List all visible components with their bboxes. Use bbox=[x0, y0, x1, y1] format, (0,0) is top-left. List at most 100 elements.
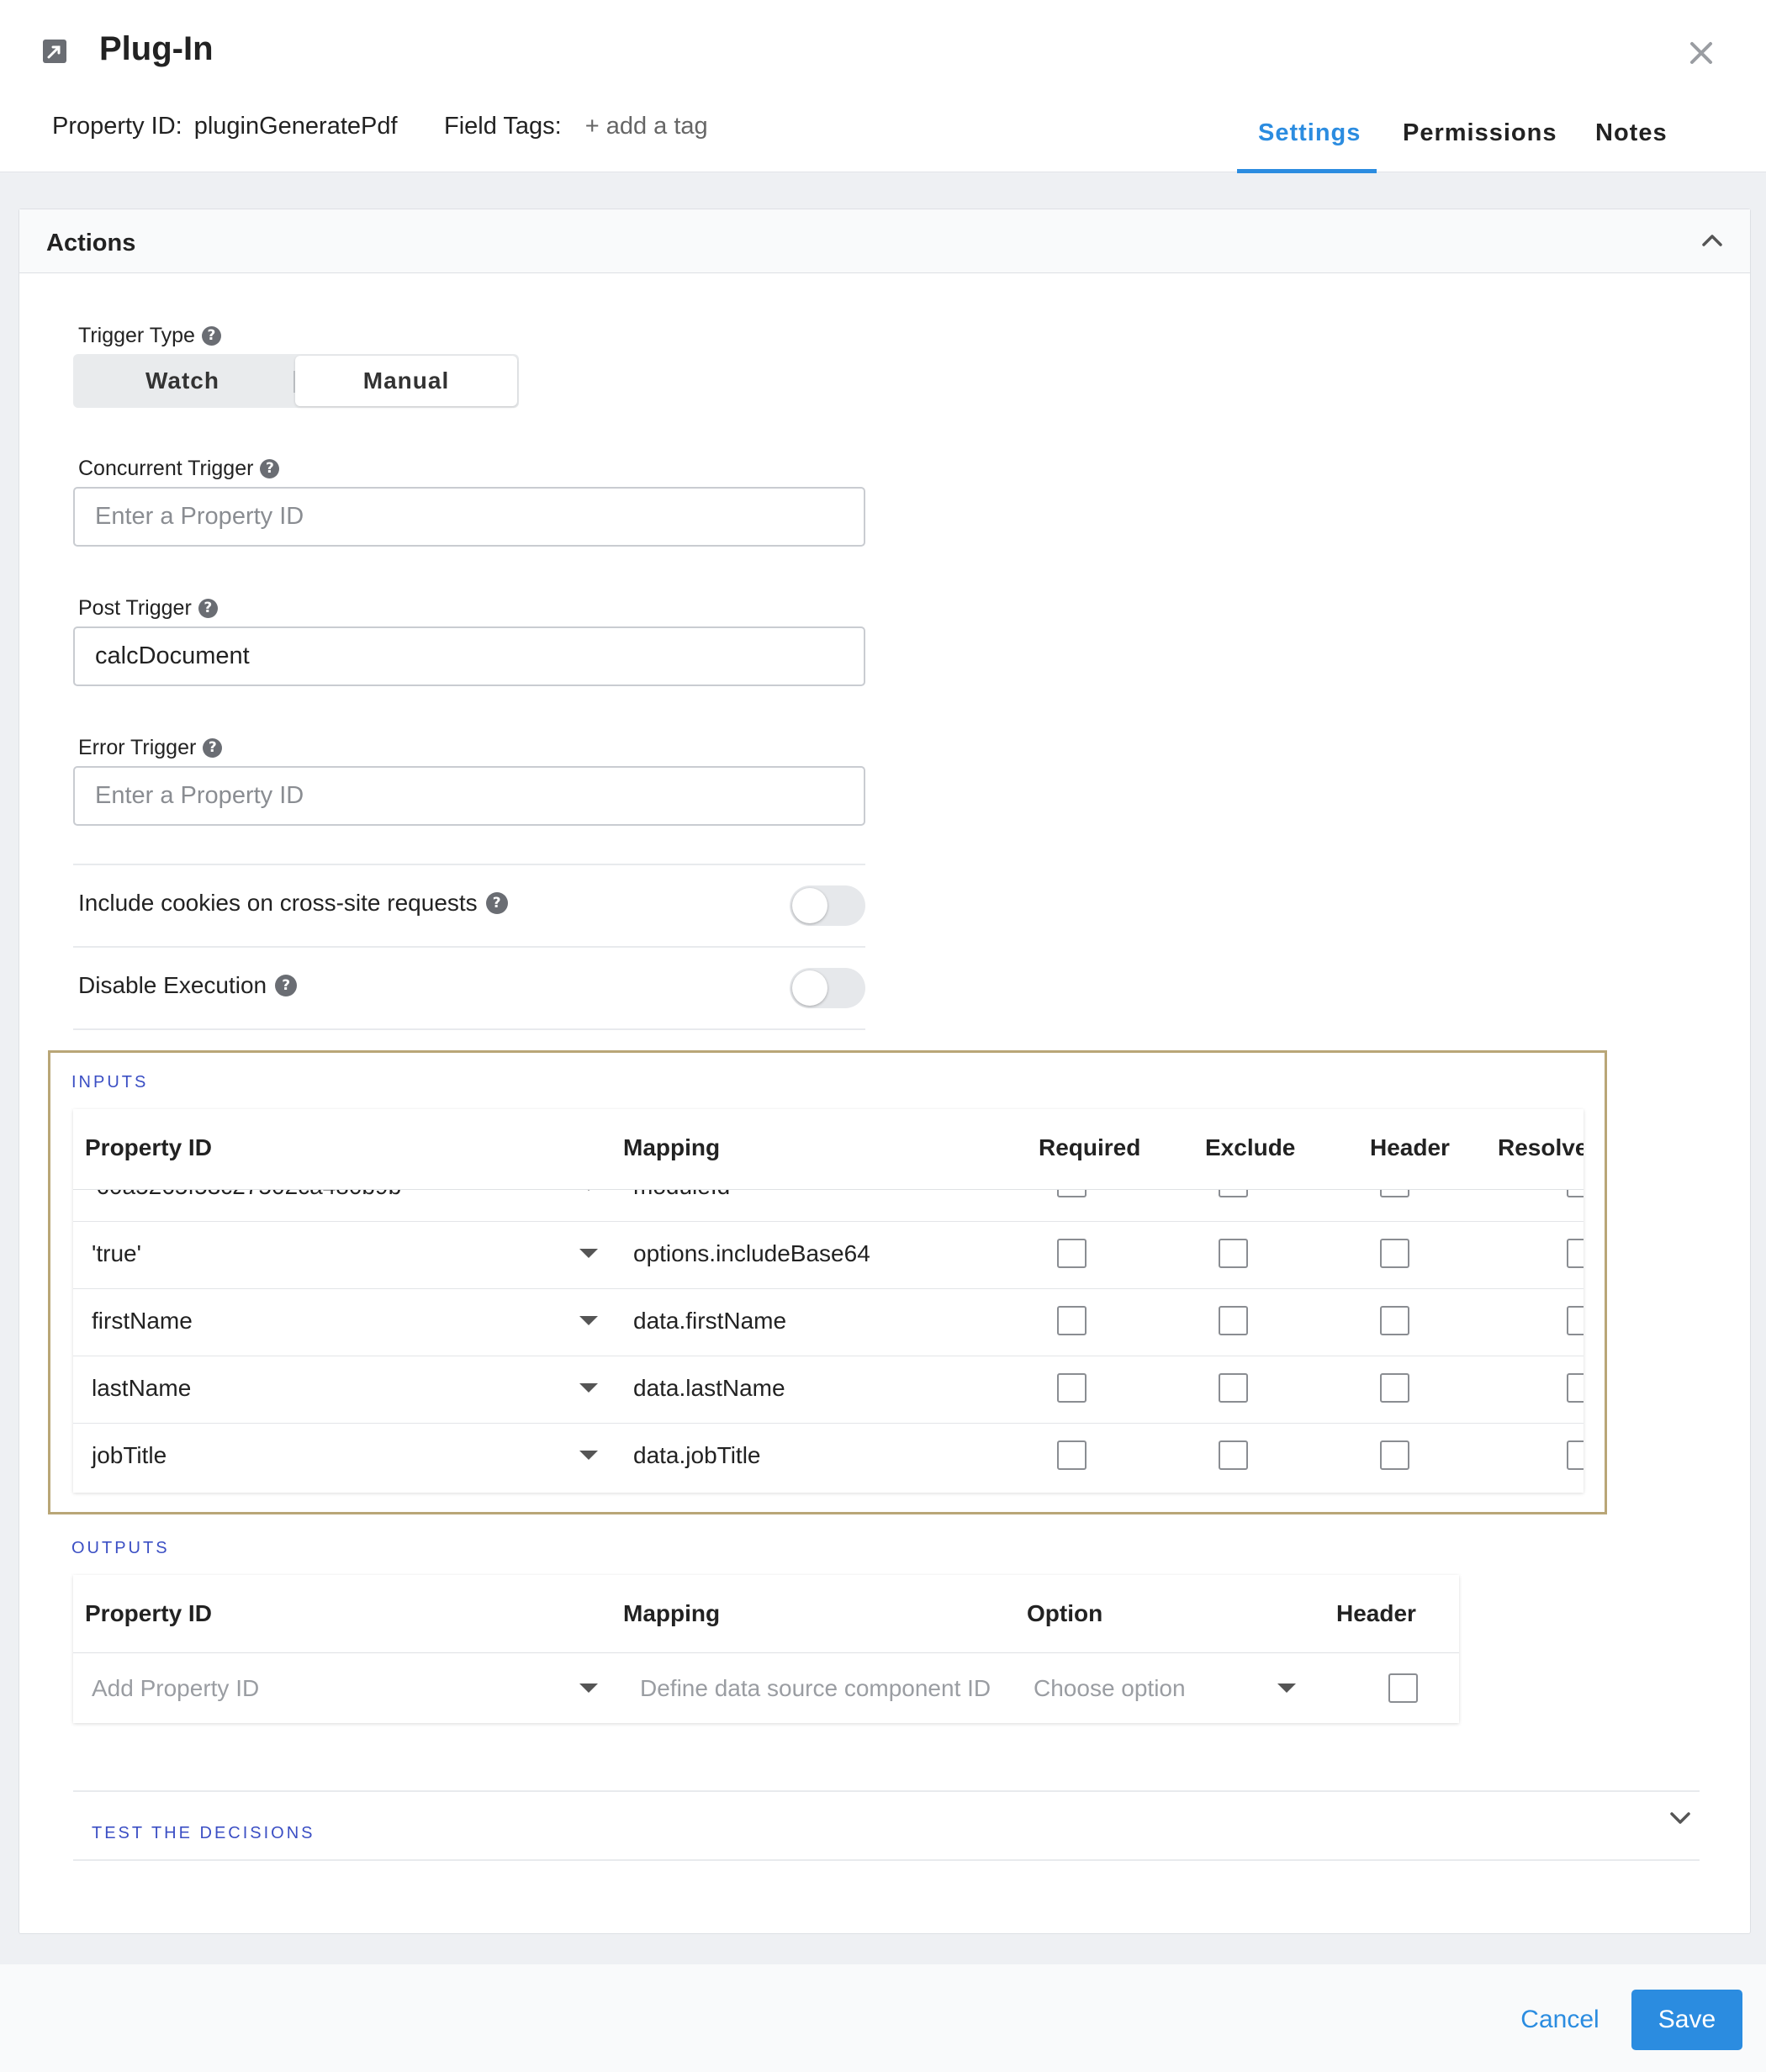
resolve-checkbox[interactable] bbox=[1567, 1373, 1584, 1403]
toggle-separator bbox=[293, 371, 295, 393]
resolve-checkbox[interactable] bbox=[1567, 1440, 1584, 1470]
include-cookies-text: Include cookies on cross-site requests bbox=[78, 890, 478, 916]
exclude-checkbox[interactable] bbox=[1219, 1306, 1248, 1335]
header-checkbox[interactable] bbox=[1380, 1239, 1409, 1268]
inputs-table-header-bg bbox=[73, 1109, 1584, 1189]
outputs-section-title: OUTPUTS bbox=[71, 1539, 170, 1557]
resolve-checkbox[interactable] bbox=[1567, 1306, 1584, 1335]
header-checkbox[interactable] bbox=[1380, 1306, 1409, 1335]
disable-execution-label: Disable Execution ? bbox=[78, 972, 298, 999]
exclude-checkbox[interactable] bbox=[1219, 1239, 1248, 1268]
mapping-input[interactable]: Define data source component ID bbox=[640, 1675, 991, 1702]
input-mapping[interactable]: data.lastName bbox=[633, 1375, 785, 1402]
save-button[interactable]: Save bbox=[1631, 1990, 1742, 2050]
header-checkbox[interactable] bbox=[1388, 1673, 1418, 1703]
required-checkbox[interactable] bbox=[1057, 1306, 1087, 1335]
post-trigger-label: Post Trigger ? bbox=[78, 596, 218, 621]
dropdown-caret-icon[interactable] bbox=[1277, 1684, 1296, 1693]
column-header-resolve: Resolve bbox=[1498, 1134, 1584, 1160]
column-header-header: Header bbox=[1336, 1600, 1416, 1626]
include-cookies-toggle[interactable] bbox=[790, 885, 865, 926]
add-property-id-input[interactable]: Add Property ID bbox=[92, 1675, 259, 1702]
input-mapping[interactable]: data.firstName bbox=[633, 1308, 786, 1335]
input-mapping[interactable]: options.includeBase64 bbox=[633, 1240, 870, 1267]
concurrent-trigger-label: Concurrent Trigger ? bbox=[78, 457, 280, 481]
tab-notes[interactable]: Notes bbox=[1595, 119, 1668, 147]
option-select[interactable]: Choose option bbox=[1034, 1675, 1186, 1702]
tab-settings[interactable]: Settings bbox=[1258, 119, 1361, 147]
table-row: firstName data.firstName bbox=[73, 1289, 1584, 1356]
actions-panel: Actions Trigger Type ? Watch Manual Conc… bbox=[19, 209, 1751, 1934]
inputs-section-title: INPUTS bbox=[71, 1073, 149, 1092]
table-row: lastName data.lastName bbox=[73, 1356, 1584, 1424]
toggle-knob bbox=[792, 888, 827, 923]
tab-permissions[interactable]: Permissions bbox=[1403, 119, 1557, 147]
error-trigger-input[interactable] bbox=[73, 766, 865, 826]
divider bbox=[73, 1790, 1700, 1792]
trigger-type-toggle: Watch Manual bbox=[73, 354, 519, 408]
input-property-id[interactable]: firstName bbox=[92, 1308, 193, 1335]
test-decisions-title[interactable]: TEST THE DECISIONS bbox=[92, 1824, 315, 1843]
help-icon[interactable]: ? bbox=[198, 599, 218, 618]
column-header-mapping: Mapping bbox=[623, 1600, 721, 1626]
trigger-type-text: Trigger Type bbox=[78, 324, 195, 347]
post-trigger-input[interactable] bbox=[73, 626, 865, 686]
trigger-watch-option[interactable]: Watch bbox=[73, 354, 292, 408]
add-tag-link[interactable]: + add a tag bbox=[585, 113, 708, 140]
divider bbox=[73, 946, 865, 948]
required-checkbox[interactable] bbox=[1057, 1373, 1087, 1403]
chevron-up-icon[interactable] bbox=[1698, 226, 1726, 255]
table-row: jobTitle data.jobTitle bbox=[73, 1424, 1584, 1491]
dropdown-caret-icon[interactable] bbox=[579, 1383, 598, 1393]
divider bbox=[73, 1859, 1700, 1861]
divider bbox=[73, 1028, 865, 1030]
field-tags: Field Tags: + add a tag bbox=[444, 113, 708, 140]
property-id-value: pluginGeneratePdf bbox=[193, 113, 398, 140]
exclude-checkbox[interactable] bbox=[1219, 1373, 1248, 1403]
trigger-manual-option[interactable]: Manual bbox=[295, 356, 517, 406]
header-checkbox[interactable] bbox=[1380, 1373, 1409, 1403]
help-icon[interactable]: ? bbox=[485, 892, 508, 914]
actions-panel-title: Actions bbox=[46, 230, 136, 256]
column-header-option: Option bbox=[1027, 1600, 1103, 1626]
input-property-id[interactable]: lastName bbox=[92, 1375, 191, 1402]
trigger-type-label: Trigger Type ? bbox=[78, 324, 221, 348]
exclude-checkbox[interactable] bbox=[1219, 1440, 1248, 1470]
concurrent-trigger-input[interactable] bbox=[73, 487, 865, 547]
column-header-property-id: Property ID bbox=[85, 1600, 212, 1626]
chevron-down-icon[interactable] bbox=[1666, 1804, 1695, 1832]
disable-execution-toggle[interactable] bbox=[790, 968, 865, 1008]
cancel-button[interactable]: Cancel bbox=[1505, 1990, 1615, 2050]
toggle-knob bbox=[792, 970, 827, 1006]
disable-execution-text: Disable Execution bbox=[78, 972, 267, 998]
table-row: Add Property ID Define data source compo… bbox=[73, 1653, 1459, 1720]
error-trigger-text: Error Trigger bbox=[78, 736, 197, 759]
required-checkbox[interactable] bbox=[1057, 1440, 1087, 1470]
header-checkbox[interactable] bbox=[1380, 1440, 1409, 1470]
input-property-id[interactable]: jobTitle bbox=[92, 1442, 167, 1469]
outputs-table: Property ID Mapping Option Header Add Pr… bbox=[73, 1575, 1459, 1723]
include-cookies-label: Include cookies on cross-site requests ? bbox=[78, 890, 508, 917]
concurrent-trigger-text: Concurrent Trigger bbox=[78, 457, 254, 480]
actions-panel-header[interactable]: Actions bbox=[19, 209, 1750, 273]
dropdown-caret-icon[interactable] bbox=[579, 1316, 598, 1325]
post-trigger-text: Post Trigger bbox=[78, 596, 192, 620]
dropdown-caret-icon[interactable] bbox=[579, 1684, 598, 1693]
help-icon[interactable]: ? bbox=[275, 975, 298, 996]
input-mapping[interactable]: data.jobTitle bbox=[633, 1442, 761, 1469]
help-icon[interactable]: ? bbox=[203, 738, 223, 758]
inputs-table: Property ID Mapping Required Exclude Hea… bbox=[73, 1109, 1584, 1493]
help-icon[interactable]: ? bbox=[260, 459, 280, 478]
close-icon[interactable] bbox=[1687, 39, 1716, 67]
column-header-property-id: Property ID bbox=[85, 1134, 212, 1160]
dropdown-caret-icon[interactable] bbox=[579, 1249, 598, 1258]
modal-title: Plug-In bbox=[99, 30, 214, 67]
required-checkbox[interactable] bbox=[1057, 1239, 1087, 1268]
resolve-checkbox[interactable] bbox=[1567, 1239, 1584, 1268]
property-id-display: Property ID: pluginGeneratePdf bbox=[52, 113, 398, 140]
dropdown-caret-icon[interactable] bbox=[579, 1451, 598, 1460]
table-row: 'true' options.includeBase64 bbox=[73, 1222, 1584, 1289]
input-property-id[interactable]: 'true' bbox=[92, 1240, 141, 1267]
help-icon[interactable]: ? bbox=[201, 326, 221, 346]
modal-header: Plug-In Property ID: pluginGeneratePdf Fi… bbox=[0, 0, 1766, 173]
